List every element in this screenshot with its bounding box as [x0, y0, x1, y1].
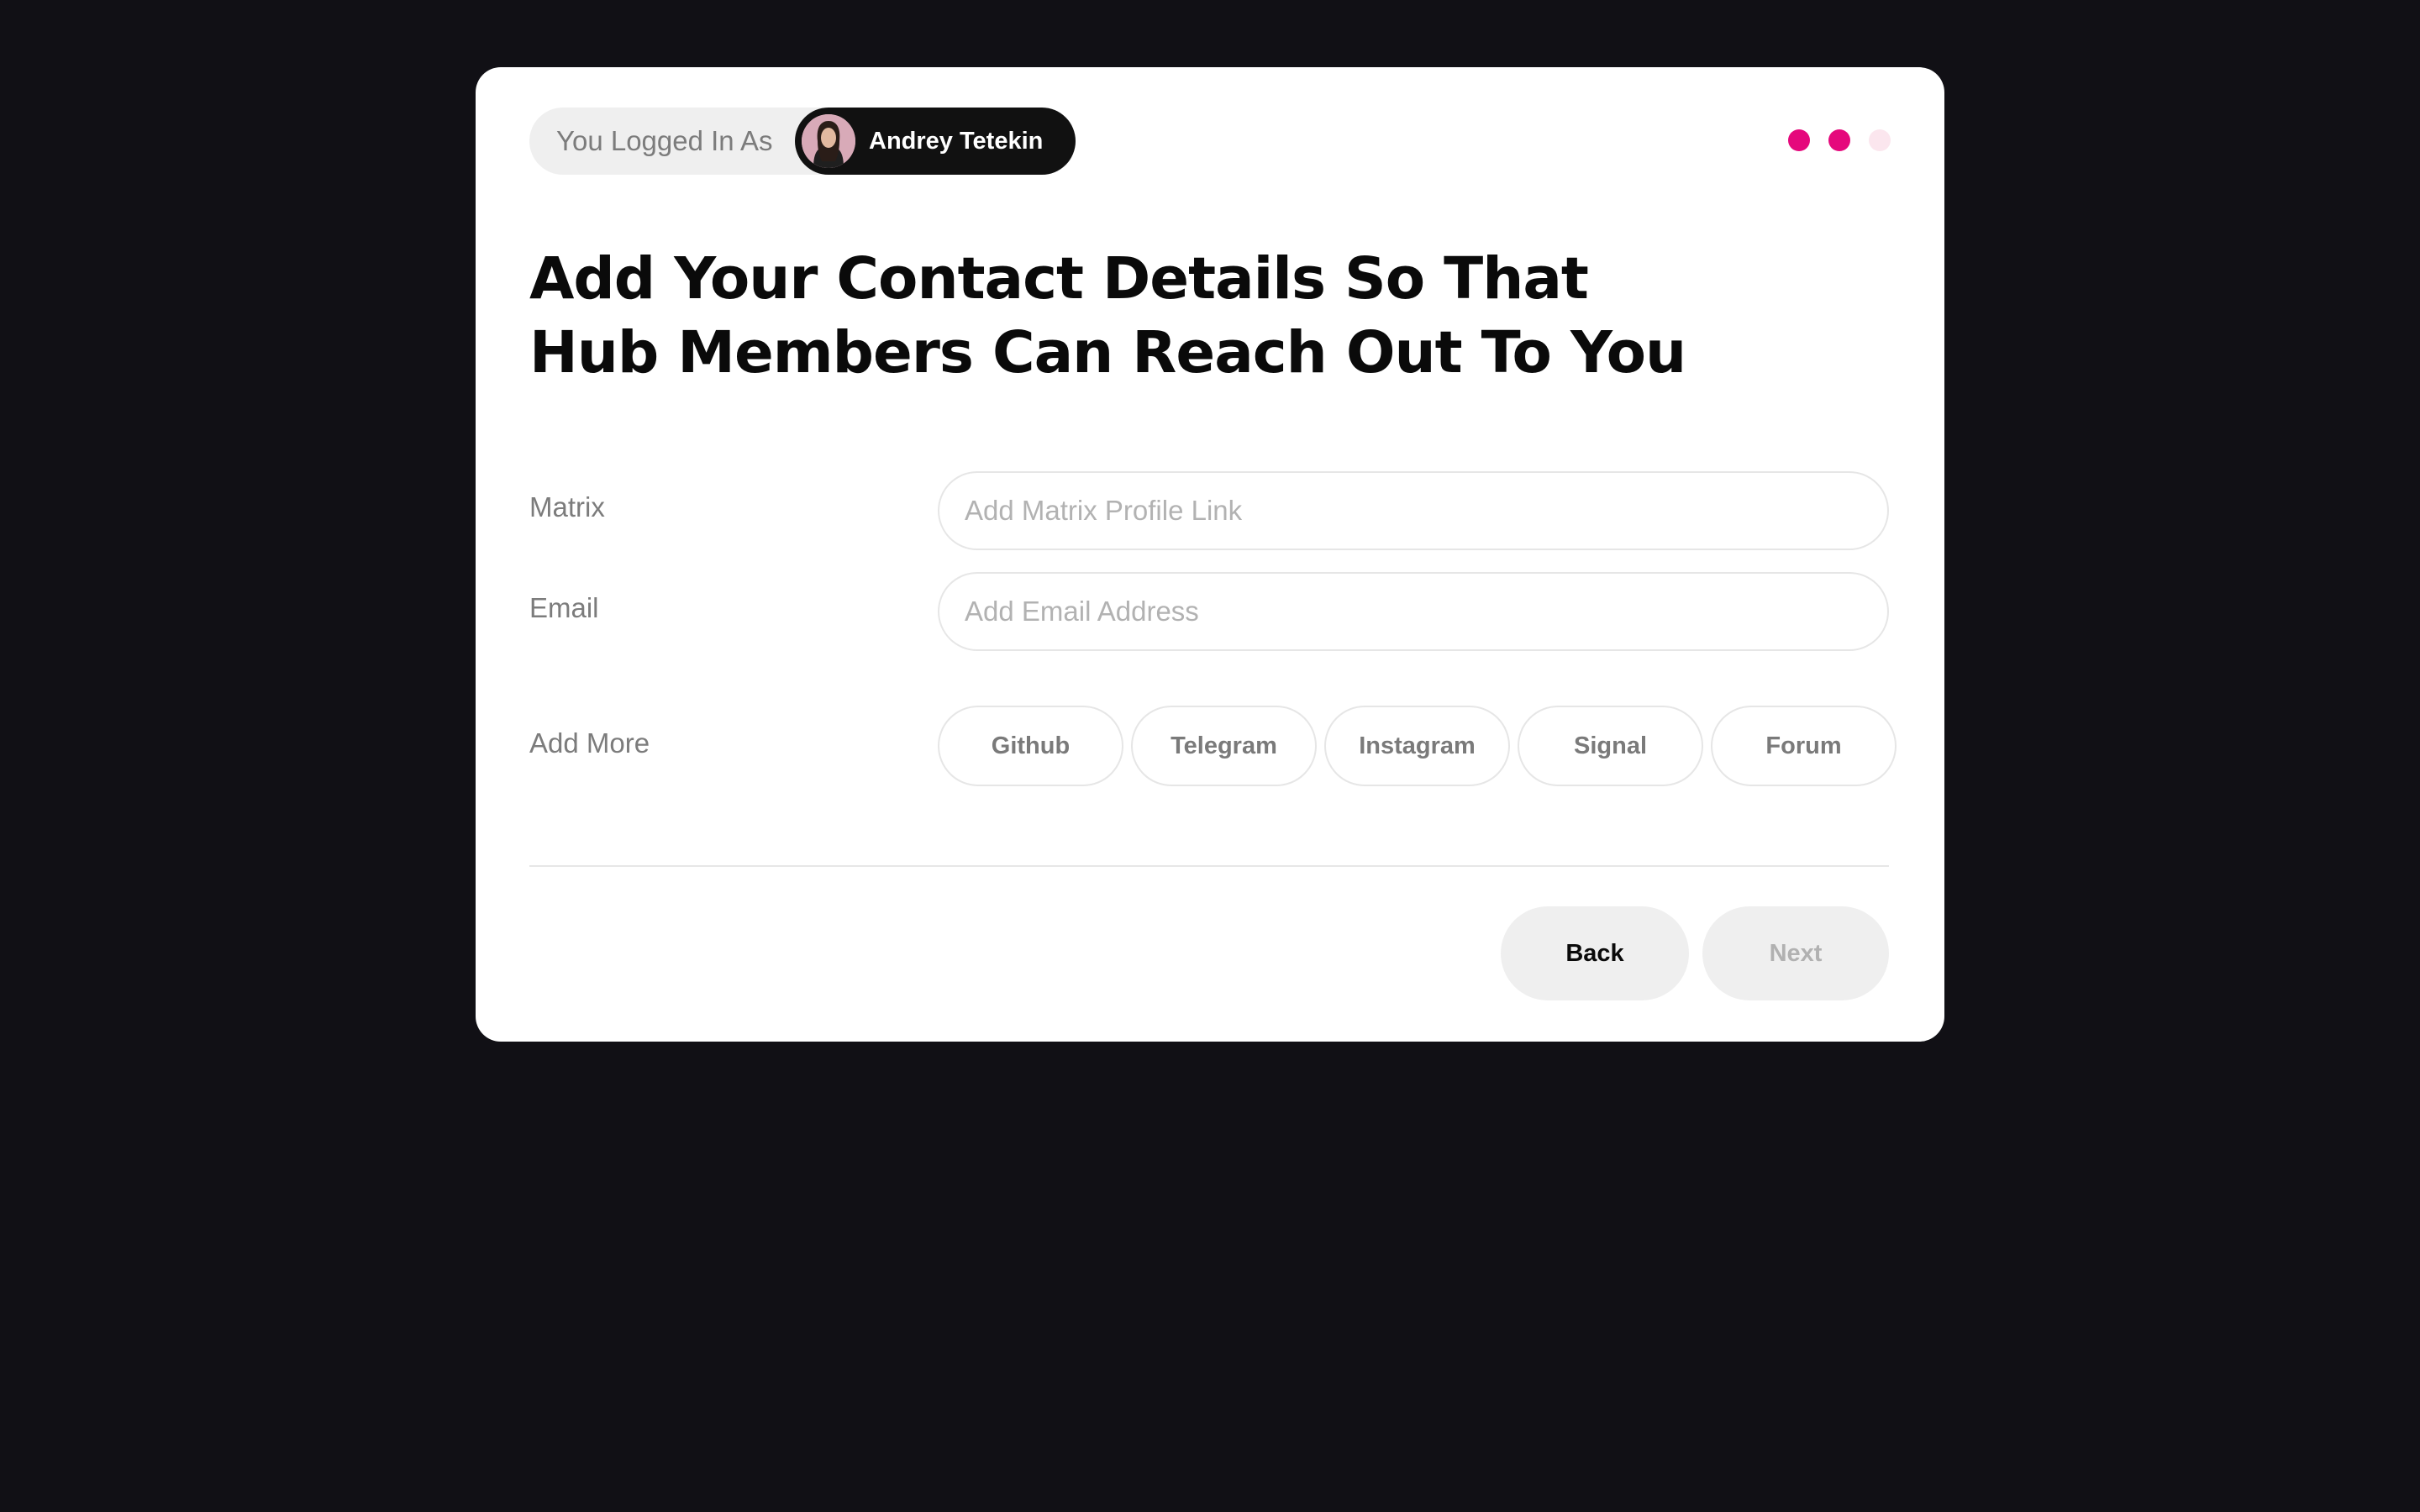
step-dot-2 — [1828, 129, 1850, 151]
add-more-label: Add More — [529, 727, 650, 759]
matrix-input[interactable] — [938, 471, 1889, 550]
step-dot-3 — [1869, 129, 1891, 151]
add-telegram-button[interactable]: Telegram — [1131, 706, 1317, 786]
add-github-button[interactable]: Github — [938, 706, 1123, 786]
email-input[interactable] — [938, 572, 1889, 651]
next-button[interactable]: Next — [1702, 906, 1889, 1000]
page-title-line-1: Add Your Contact Details So That — [529, 245, 1589, 312]
matrix-label: Matrix — [529, 491, 605, 522]
step-dot-1 — [1788, 129, 1810, 151]
add-more-options: Github Telegram Instagram Signal Forum — [938, 706, 1897, 786]
add-signal-button[interactable]: Signal — [1518, 706, 1703, 786]
step-progress-indicator — [1788, 129, 1891, 151]
page-title: Add Your Contact Details So That Hub Mem… — [529, 242, 1706, 390]
logged-in-label: You Logged In As — [556, 125, 773, 156]
add-forum-button[interactable]: Forum — [1711, 706, 1897, 786]
footer-divider — [529, 865, 1889, 867]
add-instagram-button[interactable]: Instagram — [1324, 706, 1510, 786]
contact-details-card: You Logged In As Andrey Tetekin Add Your… — [476, 67, 1944, 1042]
user-badge[interactable]: Andrey Tetekin — [795, 108, 1076, 175]
logged-in-indicator: You Logged In As Andrey Tetekin — [529, 108, 1076, 175]
back-button[interactable]: Back — [1501, 906, 1689, 1000]
page-title-line-2: Hub Members Can Reach Out To You — [529, 319, 1686, 386]
user-name: Andrey Tetekin — [869, 128, 1044, 155]
avatar — [802, 114, 855, 168]
email-label: Email — [529, 592, 599, 623]
